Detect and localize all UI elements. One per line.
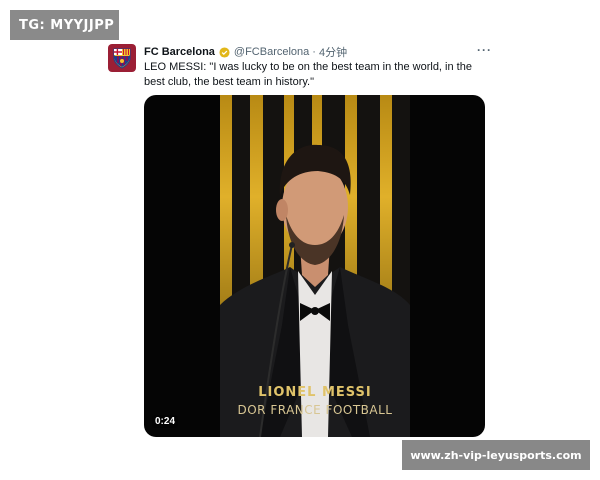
tweet-video[interactable]: LIONEL MESSI DOR FRANCE FOOTBALL 0:24 [144, 95, 485, 437]
gold-verified-badge-icon [219, 46, 230, 58]
tweet-timestamp[interactable]: 4分钟 [319, 44, 347, 60]
tweet-header: FC Barcelona @FCBarcelona · 4分钟 [144, 44, 347, 60]
video-duration: 0:24 [152, 415, 179, 428]
video-caption-subtitle: DOR FRANCE FOOTBALL [237, 403, 393, 417]
author-name[interactable]: FC Barcelona [144, 46, 215, 58]
header-separator: · [312, 46, 316, 58]
tweet-card[interactable]: FC Barcelona @FCBarcelona · 4分钟 ··· LEO … [108, 42, 498, 442]
screenshot-page: TG: MYYJJPP FC Barcelona @FCBarcelona · … [0, 0, 600, 480]
fc-barcelona-crest-icon [113, 48, 131, 69]
tweet-text: LEO MESSI: "I was lucky to be on the bes… [144, 61, 472, 88]
more-options-icon[interactable]: ··· [477, 44, 492, 56]
author-handle[interactable]: @FCBarcelona [234, 46, 309, 58]
video-caption-name: LIONEL MESSI [258, 385, 372, 400]
video-frame: LIONEL MESSI DOR FRANCE FOOTBALL [220, 95, 410, 437]
site-url-watermark: www.zh-vip-leyusports.com [402, 440, 590, 470]
fc-barcelona-avatar[interactable] [108, 44, 136, 72]
telegram-watermark: TG: MYYJJPP [10, 10, 119, 40]
